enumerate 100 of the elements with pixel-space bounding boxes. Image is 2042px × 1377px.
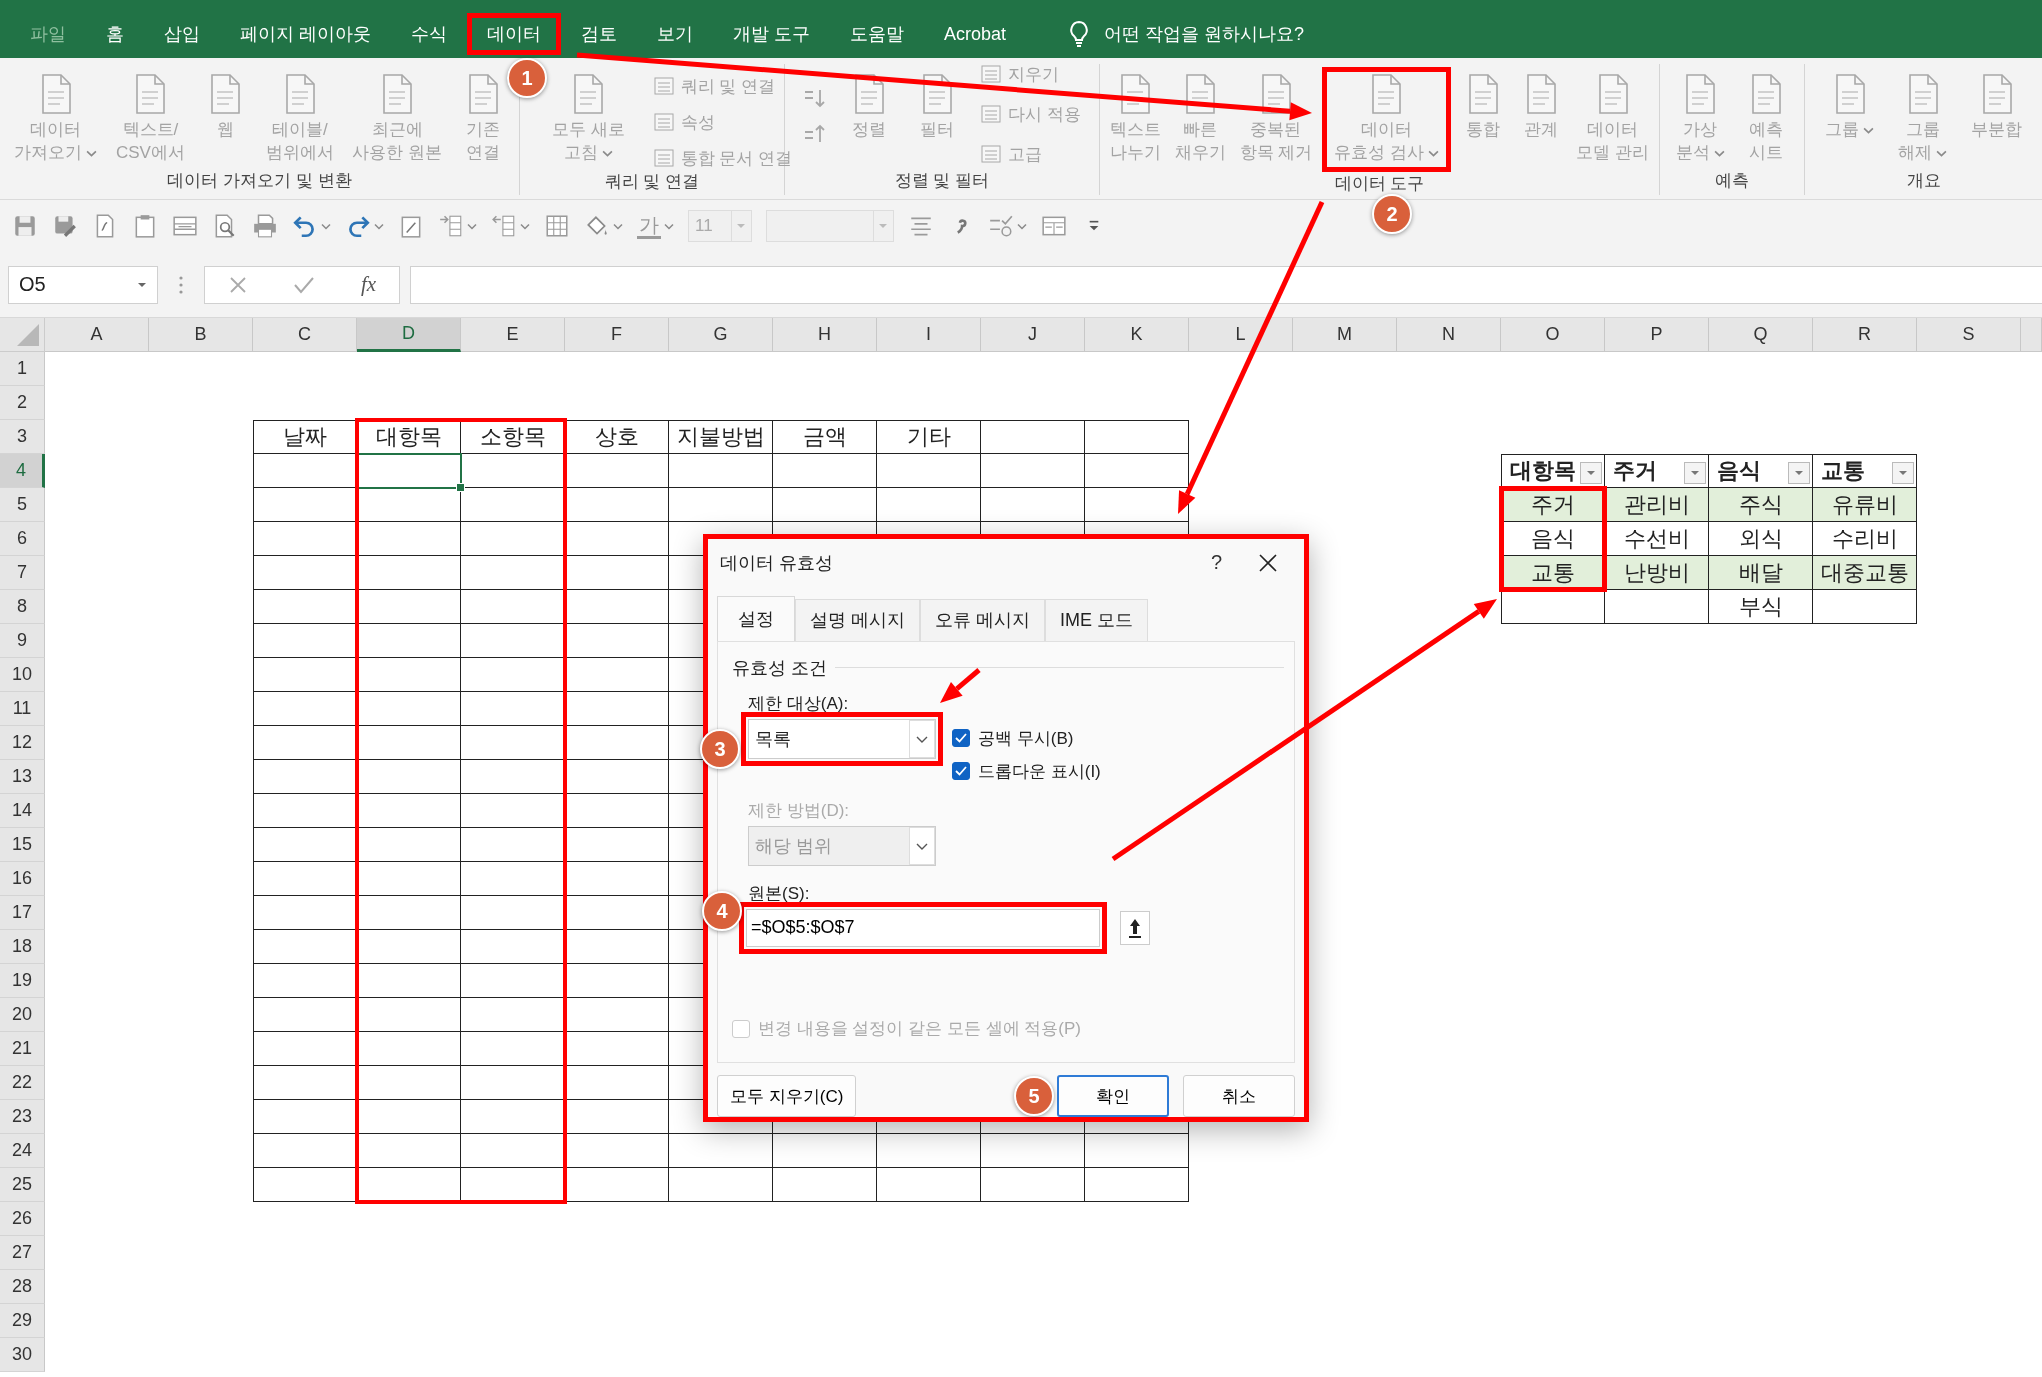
source-field[interactable]: =$O$5:$O$7 [746, 908, 1100, 947]
group-label: 개요 [1905, 170, 1942, 192]
table-header: 지불방법 [669, 420, 773, 454]
group-label: 정렬 및 필터 [893, 170, 991, 192]
name-box[interactable]: O5 [8, 265, 158, 304]
field-label: 제한 방법(D): [748, 799, 851, 822]
table-header: 음식 [1717, 457, 1761, 485]
row-header[interactable]: 27 [0, 1236, 45, 1270]
column-header[interactable]: J [981, 318, 1085, 352]
row-header[interactable]: 9 [0, 624, 45, 658]
column-header[interactable]: S [1917, 318, 2021, 352]
column-header[interactable]: K [1085, 318, 1189, 352]
row-header[interactable]: 15 [0, 828, 45, 862]
table-cell-text: 수선비 [1623, 524, 1690, 553]
table-header: 금액 [773, 420, 877, 454]
ribbon-tab[interactable]: 홈 [86, 13, 144, 55]
column-header[interactable]: B [149, 318, 253, 352]
row-header[interactable]: 5 [0, 488, 45, 522]
row-header[interactable]: 7 [0, 556, 45, 590]
table-cell-text: 대중교통 [1820, 558, 1909, 587]
dialog-title: 데이터 유효성 [720, 551, 834, 575]
row-header[interactable]: 6 [0, 522, 45, 556]
ribbon-tab[interactable]: 보기 [637, 13, 713, 55]
ribbon-tab[interactable]: Acrobat [924, 14, 1027, 54]
row-header[interactable]: 2 [0, 386, 45, 420]
table-cell-text: 배달 [1738, 558, 1783, 587]
table-header: 대항목 [1510, 457, 1576, 485]
row-header[interactable]: 21 [0, 1032, 45, 1066]
column-header[interactable]: Q [1709, 318, 1813, 352]
row-header[interactable]: 11 [0, 692, 45, 726]
dialog-tab[interactable]: 설정 [717, 595, 795, 641]
row-header[interactable]: 22 [0, 1066, 45, 1100]
group-label: 쿼리 및 연결 [603, 171, 701, 193]
row-header[interactable]: 20 [0, 998, 45, 1032]
column-header[interactable]: A [45, 318, 149, 352]
column-header[interactable]: D [357, 318, 461, 352]
dialog-tab[interactable]: 오류 메시지 [920, 598, 1046, 641]
table-cell-text: 관리비 [1623, 490, 1690, 519]
group-label: 데이터 도구 [1333, 173, 1426, 195]
column-header[interactable]: R [1813, 318, 1917, 352]
table-cell-text: 주거 [1531, 490, 1575, 519]
row-header[interactable]: 8 [0, 590, 45, 624]
table-cell-text: 주식 [1738, 490, 1783, 519]
dialog-tab[interactable]: IME 모드 [1045, 598, 1149, 641]
table-header: 주거 [1613, 457, 1657, 485]
row-header[interactable]: 25 [0, 1168, 45, 1202]
row-header[interactable]: 4 [0, 454, 45, 488]
row-header[interactable]: 30 [0, 1338, 45, 1372]
dropdown-field[interactable]: 목록 [748, 718, 936, 759]
column-header[interactable]: L [1189, 318, 1293, 352]
column-header[interactable]: N [1397, 318, 1501, 352]
dialog-button[interactable]: 확인 [1057, 1075, 1169, 1117]
column-header[interactable]: P [1605, 318, 1709, 352]
row-header[interactable]: 28 [0, 1270, 45, 1304]
row-header[interactable]: 14 [0, 794, 45, 828]
table-cell-text: 난방비 [1623, 558, 1690, 587]
checkbox-label: 드롭다운 표시(I) [978, 760, 1101, 783]
column-header[interactable]: H [773, 318, 877, 352]
search-field[interactable]: 어떤 작업을 원하시나요? [1102, 22, 1427, 46]
dialog-button[interactable]: 취소 [1183, 1075, 1295, 1117]
row-header[interactable]: 12 [0, 726, 45, 760]
column-header[interactable]: F [565, 318, 669, 352]
ribbon-tab[interactable]: 페이지 레이아웃 [220, 13, 391, 55]
table-cell-text: 부식 [1738, 592, 1783, 621]
row-header[interactable]: 18 [0, 930, 45, 964]
column-header[interactable]: I [877, 318, 981, 352]
checkbox-label: 변경 내용을 설정이 같은 모든 셀에 적용(P) [758, 1018, 1081, 1040]
row-header[interactable]: 26 [0, 1202, 45, 1236]
group-label: 데이터 가져오기 및 변환 [166, 170, 353, 192]
row-header[interactable]: 16 [0, 862, 45, 896]
column-header[interactable]: C [253, 318, 357, 352]
row-header[interactable]: 3 [0, 420, 45, 454]
row-header[interactable]: 24 [0, 1134, 45, 1168]
table-header: 날짜 [253, 420, 357, 454]
ribbon-tab[interactable]: 도움말 [830, 13, 925, 55]
row-header[interactable]: 23 [0, 1100, 45, 1134]
ribbon-tab[interactable]: 삽입 [144, 13, 220, 55]
row-header[interactable]: 29 [0, 1304, 45, 1338]
column-header[interactable]: M [1293, 318, 1397, 352]
row-header[interactable]: 17 [0, 896, 45, 930]
ribbon-tab[interactable]: 개발 도구 [713, 13, 831, 55]
column-header[interactable]: O [1501, 318, 1605, 352]
row-header[interactable]: 13 [0, 760, 45, 794]
row-header[interactable]: 19 [0, 964, 45, 998]
ribbon-tab[interactable]: 수식 [391, 13, 467, 55]
dialog-tab[interactable]: 설명 메시지 [795, 598, 920, 641]
column-header[interactable]: E [461, 318, 565, 352]
column-header[interactable]: G [669, 318, 773, 352]
ribbon-tab[interactable]: 데이터 [467, 13, 561, 55]
table-header: 기타 [877, 420, 981, 454]
dialog-button[interactable]: 모두 지우기(C) [717, 1075, 857, 1117]
group-label: 예측 [1714, 170, 1750, 192]
help-button[interactable]: ? [1210, 551, 1222, 575]
ribbon-tab[interactable]: 검토 [561, 13, 637, 55]
row-header[interactable]: 1 [0, 352, 45, 386]
table-cell-text: 외식 [1738, 524, 1783, 553]
insert-function-button[interactable]: fx [361, 272, 377, 297]
checkbox-label: 공백 무시(B) [978, 727, 1074, 750]
table-header: 교통 [1821, 457, 1865, 485]
row-header[interactable]: 10 [0, 658, 45, 692]
